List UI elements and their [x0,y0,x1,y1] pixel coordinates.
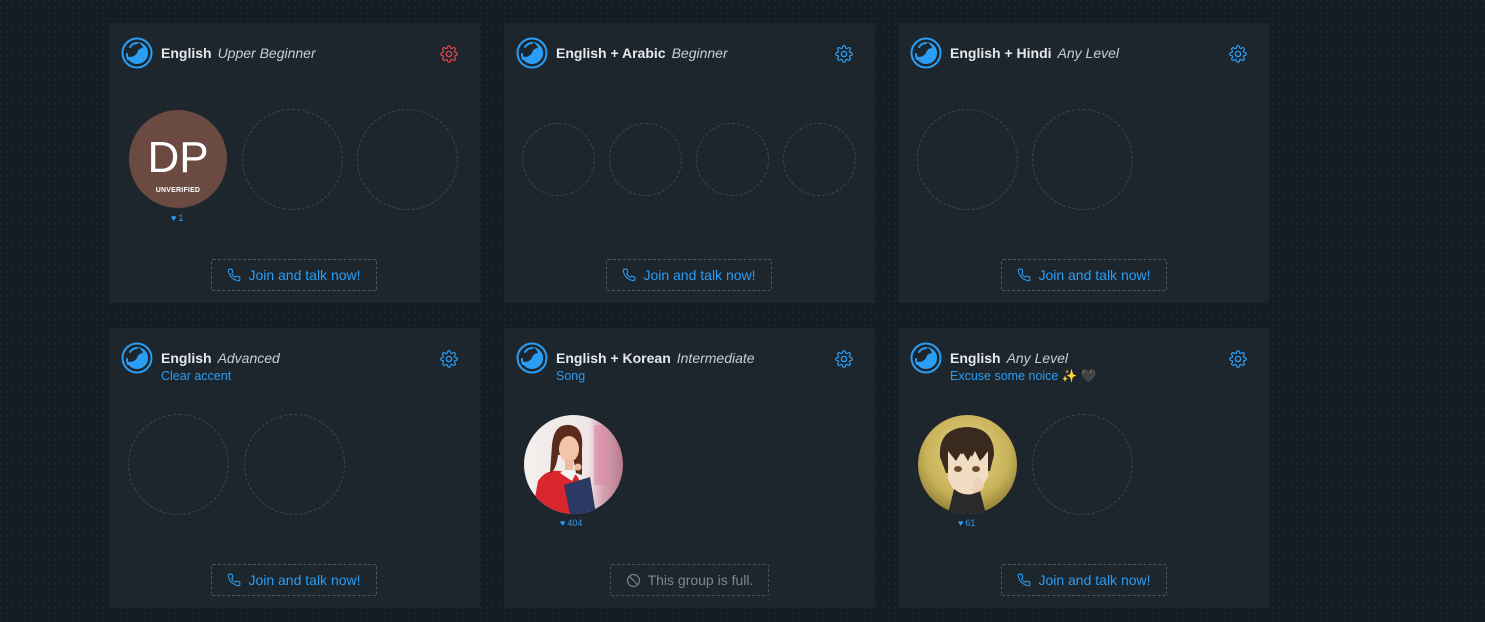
empty-seat[interactable] [609,123,682,196]
empty-seat[interactable] [128,414,229,515]
group-card: English + Arabic Beginner Join and talk n… [504,23,875,303]
group-full-button[interactable]: This group is full. [610,564,769,596]
likes-count: ♥ 61 [958,518,975,528]
empty-seat[interactable] [242,109,343,210]
heart-icon: ♥ [171,213,177,223]
join-button-label: Join and talk now! [643,267,756,283]
likes-value: 61 [965,518,976,528]
empty-seat[interactable] [783,123,856,196]
topic-emoji: ✨ 🖤 [1061,369,1097,383]
empty-seat[interactable] [1032,109,1133,210]
phone-icon [227,268,241,282]
empty-seat[interactable] [522,123,595,196]
join-button-label: Join and talk now! [248,572,361,588]
card-header: English + Arabic Beginner [516,37,863,77]
ban-icon [626,573,641,588]
app-logo-icon [910,342,942,374]
group-language: English + Korean [556,350,671,366]
group-card: English + Korean Intermediate Song ♥ 404… [504,328,875,608]
empty-seat[interactable] [917,109,1018,210]
app-logo-icon [910,37,942,69]
avatar[interactable] [524,415,623,514]
join-button[interactable]: Join and talk now! [606,259,772,291]
app-logo-icon [121,37,153,69]
app-logo-icon [516,37,548,69]
likes-value: 404 [567,518,583,528]
group-level: Advanced [217,350,280,366]
empty-seat[interactable] [696,123,769,196]
join-button[interactable]: Join and talk now! [1001,259,1167,291]
phone-icon [622,268,636,282]
group-level: Any Level [1006,350,1069,366]
gear-icon[interactable] [1229,350,1247,368]
group-full-label: This group is full. [647,572,754,588]
card-header: English + Korean Intermediate Song [516,342,863,383]
woman-red-jacket-photo [524,415,623,514]
gear-icon[interactable] [835,350,853,368]
empty-seat[interactable] [244,414,345,515]
unverified-badge: UNVERIFIED [155,187,201,194]
app-logo-icon [121,342,153,374]
avatar[interactable] [918,415,1017,514]
card-header: English Any Level Excuse some noice ✨ 🖤 [910,342,1257,384]
group-card: English Advanced Clear accent Join and ta… [109,328,480,608]
likes-value: 1 [178,213,184,223]
phone-icon [1017,573,1031,587]
group-level: Beginner [671,45,728,61]
join-button-label: Join and talk now! [1038,267,1151,283]
card-header: English Upper Beginner [121,37,468,77]
group-title: English + Korean Intermediate [556,350,755,366]
gear-icon[interactable] [440,350,458,368]
group-title: English Upper Beginner [161,45,316,61]
avatar-initials: DP [147,133,209,182]
group-topic: Song [556,369,586,383]
likes-count: ♥ 404 [560,518,582,528]
group-title: English Advanced [161,350,280,366]
group-topic: Excuse some noice ✨ 🖤 [950,369,1096,384]
join-button[interactable]: Join and talk now! [1001,564,1167,596]
join-button[interactable]: Join and talk now! [211,564,377,596]
group-topic: Clear accent [161,369,232,383]
join-button-label: Join and talk now! [1038,572,1151,588]
group-language: English [161,45,212,61]
gear-icon[interactable] [835,45,853,63]
group-language: English + Arabic [556,45,666,61]
heart-icon: ♥ [560,518,566,528]
group-title: English + Hindi Any Level [950,45,1119,61]
group-topic-text: Excuse some noice [950,369,1059,383]
group-level: Any Level [1057,45,1119,61]
anime-boy-photo [918,415,1017,514]
phone-icon [1017,268,1031,282]
group-language: English [161,350,212,366]
join-button-label: Join and talk now! [248,267,361,283]
group-language: English [950,350,1001,366]
group-card: English Upper Beginner DP UNVERIFIED ♥ 1 J… [109,23,480,303]
avatar[interactable]: DP UNVERIFIED [129,110,227,208]
heart-icon: ♥ [958,518,964,528]
group-title: English Any Level [950,350,1068,366]
likes-count: ♥ 1 [171,213,183,223]
app-logo-icon [516,342,548,374]
group-title: English + Arabic Beginner [556,45,728,61]
card-header: English Advanced Clear accent [121,342,468,383]
empty-seat[interactable] [1032,414,1133,515]
join-button[interactable]: Join and talk now! [211,259,377,291]
card-header: English + Hindi Any Level [910,37,1257,77]
empty-seat[interactable] [357,109,458,210]
gear-icon[interactable] [440,45,458,63]
group-level: Upper Beginner [217,45,316,61]
group-card: English + Hindi Any Level Join and talk n… [898,23,1269,303]
group-language: English + Hindi [950,45,1052,61]
group-level: Intermediate [676,350,755,366]
phone-icon [227,573,241,587]
gear-icon[interactable] [1229,45,1247,63]
group-card: English Any Level Excuse some noice ✨ 🖤 [898,328,1269,608]
